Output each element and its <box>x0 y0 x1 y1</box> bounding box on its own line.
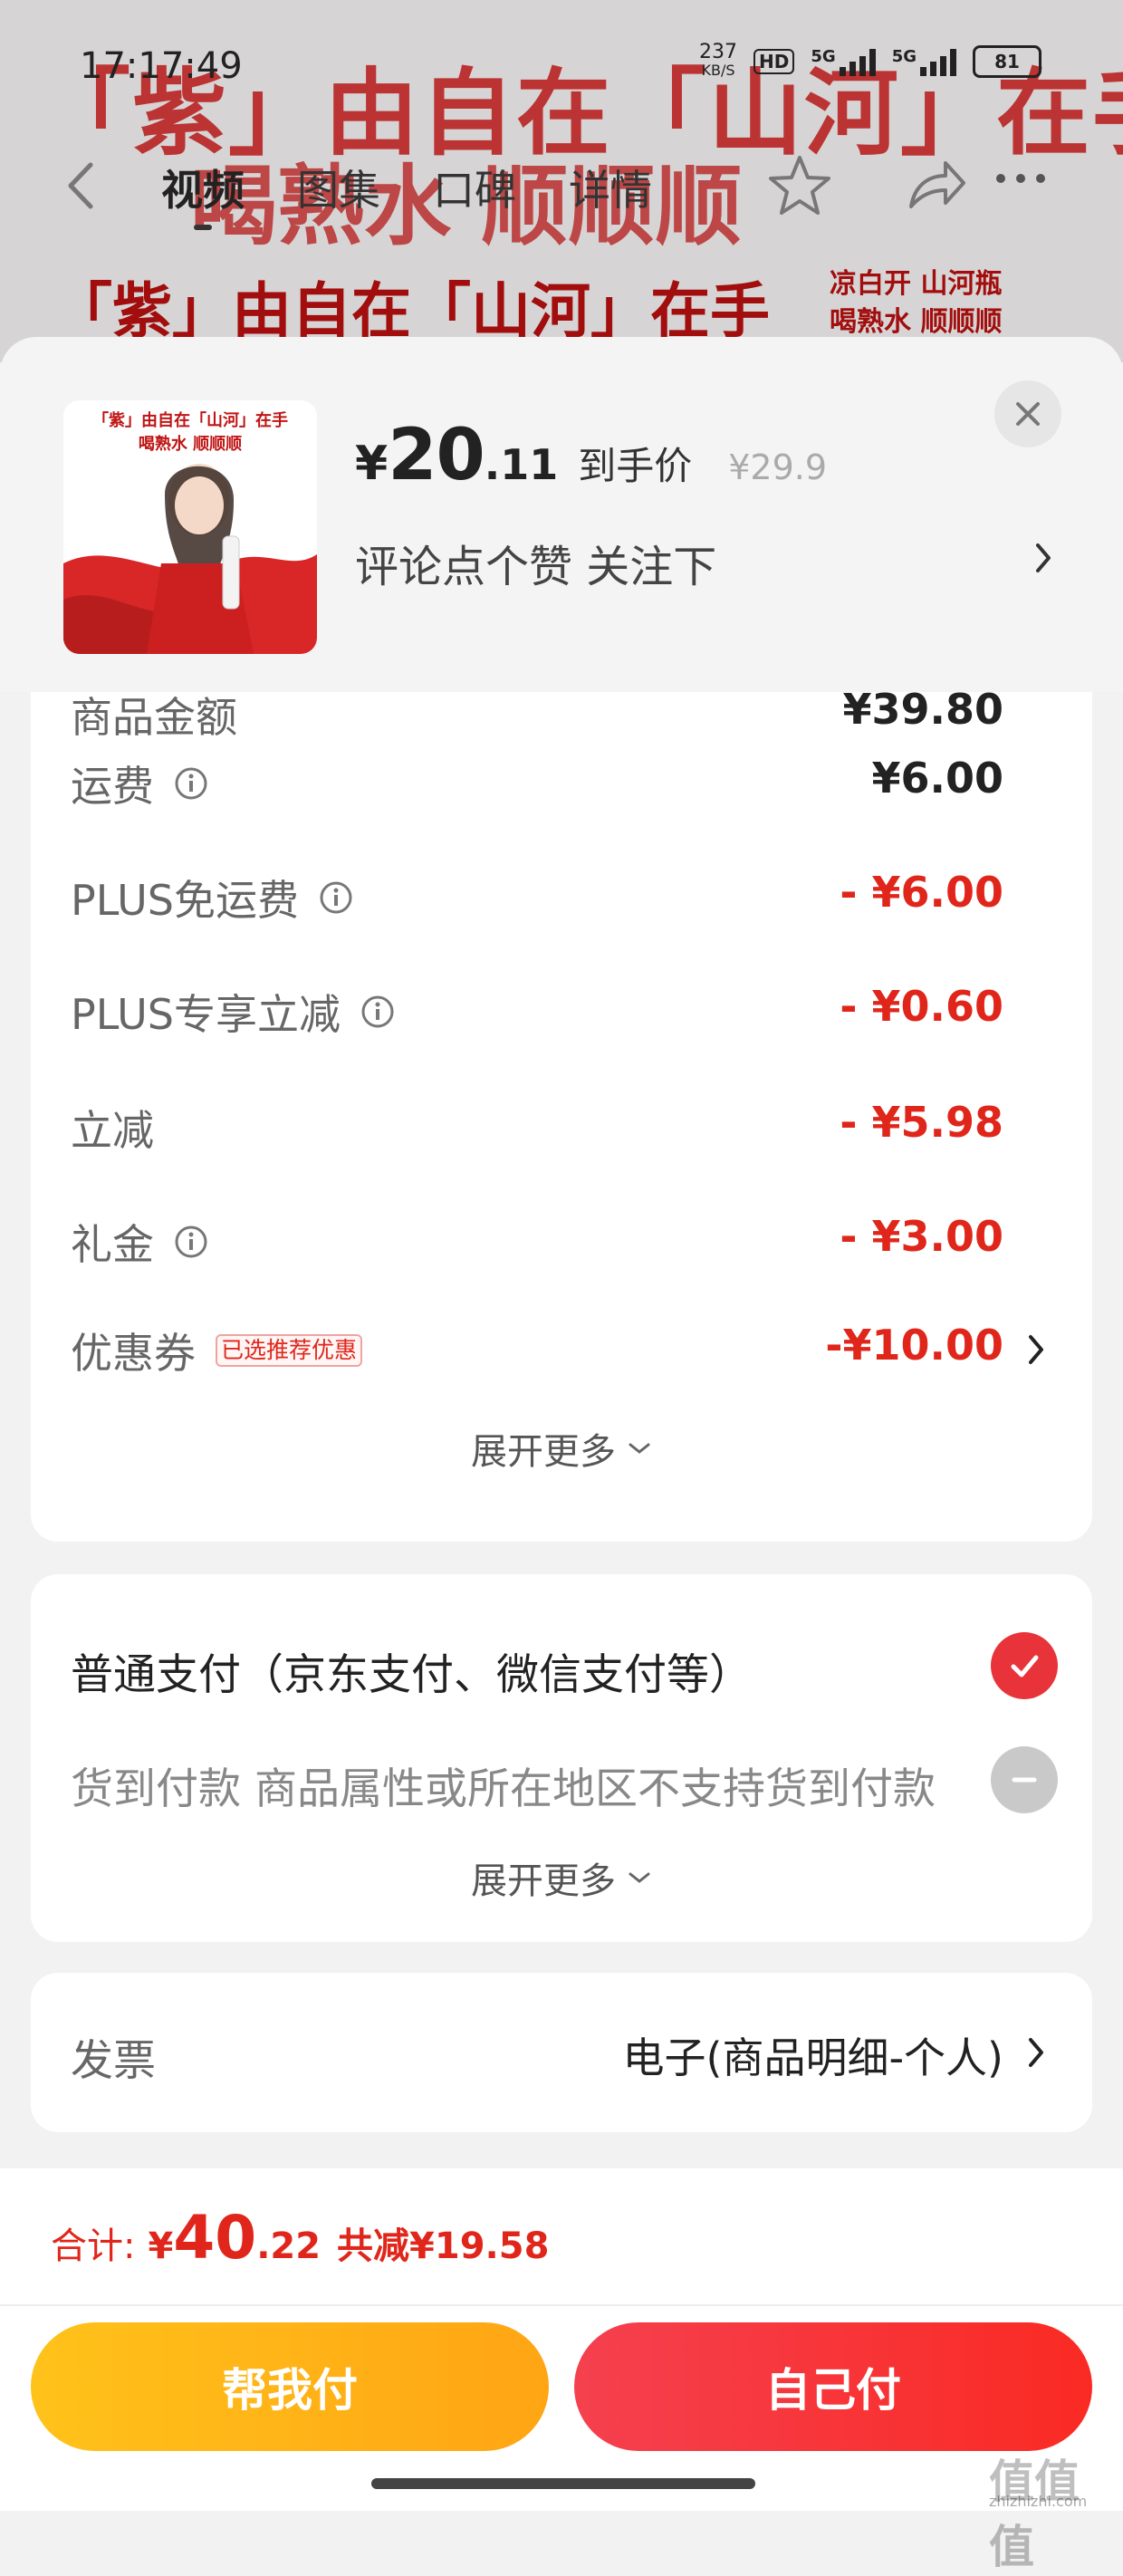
total-integer: 40 <box>173 2203 257 2273</box>
chevron-down-icon <box>629 1872 650 1883</box>
payment-expand-label: 展开更多 <box>471 1860 616 1902</box>
fee-row-plus-discount: PLUS专享立减 - ¥0.60 <box>31 969 1092 1051</box>
tab-details[interactable]: 详情 <box>569 158 652 217</box>
payment-method-card: 普通支付（京东支付、微信支付等） 货到付款 商品属性或所在地区不支持货到付款 展… <box>31 1574 1092 1942</box>
product-tagline[interactable]: 评论点个赞 关注下 <box>355 531 716 594</box>
invoice-value: 电子(商品明细-个人) <box>622 2033 1004 2082</box>
fee-value-plus-free-shipping: - ¥6.00 <box>840 868 1003 917</box>
invoice-row[interactable]: 发票 电子(商品明细-个人) <box>31 1973 1092 2132</box>
hd-icon: HD <box>753 49 795 74</box>
info-icon[interactable] <box>174 1225 208 1259</box>
payment-cod-label: 货到付款 商品属性或所在地区不支持货到付款 <box>71 1764 936 1814</box>
status-time: 17:17:49 <box>80 45 243 87</box>
total-label: 合计: <box>51 2225 136 2267</box>
fee-label-instant-discount: 立减 <box>71 1106 154 1155</box>
payment-expand-more-button[interactable]: 展开更多 <box>31 1851 1092 1904</box>
battery-icon: 81 <box>973 45 1041 78</box>
thumbnail-caption-1: 「紫」由自在「山河」在手 <box>92 411 288 430</box>
fee-value-plus-discount: - ¥0.60 <box>840 982 1003 1031</box>
coupon-value: -¥10.00 <box>825 1321 1003 1370</box>
info-icon[interactable] <box>360 995 395 1029</box>
signal-icon-2: 5G <box>892 47 956 76</box>
chevron-down-icon <box>629 1443 650 1454</box>
info-icon[interactable] <box>174 766 208 801</box>
coupon-label: 优惠券 <box>71 1329 196 1378</box>
self-pay-button[interactable]: 自己付 <box>574 2322 1092 2451</box>
total-decimal: .22 <box>256 2225 322 2267</box>
network-speed-unit: KB/S <box>701 62 735 79</box>
order-total: 合计: ¥ 40 .22 共减¥19.58 <box>51 2203 549 2273</box>
price-tag-label: 到手价 <box>578 444 693 488</box>
fee-row-plus-free-shipping: PLUS免运费 - ¥6.00 <box>31 855 1092 937</box>
help-pay-button[interactable]: 帮我付 <box>31 2322 549 2451</box>
network-speed-value: 237 <box>699 41 738 63</box>
share-icon[interactable] <box>902 152 969 223</box>
chevron-right-icon[interactable] <box>1031 538 1056 582</box>
price-integer: 20 <box>388 415 485 496</box>
fee-row-instant-discount: 立减 - ¥5.98 <box>31 1085 1092 1167</box>
price-currency: ¥ <box>355 437 389 491</box>
divider <box>0 2304 1123 2306</box>
checkout-bottom-bar: 合计: ¥ 40 .22 共减¥19.58 帮我付 自己付 值值值 zhizhi… <box>0 2168 1123 2573</box>
price-decimal: .11 <box>484 440 559 489</box>
chevron-right-icon[interactable] <box>1025 2034 1047 2074</box>
payment-normal-label: 普通支付（京东支付、微信支付等） <box>71 1650 752 1700</box>
price-line: ¥ 20 .11 到手价 ¥29.9 <box>355 415 827 496</box>
tab-video[interactable]: 视频 <box>161 158 245 230</box>
payment-option-normal[interactable]: 普通支付（京东支付、微信支付等） <box>71 1625 1058 1706</box>
tab-reviews[interactable]: 口碑 <box>433 158 516 217</box>
total-saved: 共减¥19.58 <box>337 2225 550 2267</box>
watermark-logo: 值值值 <box>989 2456 1080 2573</box>
signal-2-label: 5G <box>891 47 917 66</box>
check-icon[interactable] <box>991 1632 1058 1699</box>
top-nav: 视频 图集 口碑 详情 <box>0 145 1123 230</box>
status-icons: 237 KB/S HD 5G 5G 81 <box>699 43 1041 80</box>
signal-1-label: 5G <box>811 47 836 66</box>
fee-breakdown-card: 商品金额 ¥39.80 运费 ¥6.00 PLUS免运费 - ¥6.00 PLU… <box>31 645 1092 1542</box>
network-speed: 237 KB/S <box>699 43 737 80</box>
back-icon[interactable] <box>60 154 105 217</box>
nav-tabs: 视频 图集 口碑 详情 <box>161 158 652 230</box>
fee-row-gift-money: 礼金 - ¥3.00 <box>31 1199 1092 1281</box>
more-icon[interactable] <box>996 174 1045 183</box>
fee-value-instant-discount: - ¥5.98 <box>840 1098 1003 1147</box>
disabled-icon <box>991 1746 1058 1813</box>
invoice-label: 发票 <box>71 2036 156 2086</box>
payment-option-cod: 货到付款 商品属性或所在地区不支持货到付款 <box>71 1739 1058 1821</box>
home-indicator[interactable] <box>371 2478 755 2489</box>
fee-row-shipping: 运费 ¥6.00 <box>31 741 1092 822</box>
favorite-star-icon[interactable] <box>766 152 833 223</box>
status-bar: 17:17:49 237 KB/S HD 5G 5G 81 <box>0 0 1123 118</box>
watermark-url: zhizhizhi.com <box>989 2493 1088 2510</box>
fees-expand-more-button[interactable]: 展开更多 <box>31 1422 1092 1475</box>
coupon-badge: 已选推荐优惠 <box>216 1334 363 1367</box>
close-button[interactable] <box>994 380 1061 447</box>
fee-value-shipping: ¥6.00 <box>871 754 1003 803</box>
chevron-right-icon[interactable] <box>1025 1331 1047 1371</box>
fee-label-plus-free-shipping: PLUS免运费 <box>71 876 299 925</box>
coupon-row[interactable]: 优惠券 已选推荐优惠 -¥10.00 <box>31 1308 1092 1389</box>
info-icon[interactable] <box>319 880 353 915</box>
original-price: ¥29.9 <box>728 447 828 487</box>
signal-icon: 5G <box>811 47 876 76</box>
product-thumbnail: 「紫」由自在「山河」在手 喝熟水 顺顺顺 <box>63 400 317 654</box>
tab-gallery[interactable]: 图集 <box>297 158 380 217</box>
fee-label-partial: 商品金额 <box>71 693 237 742</box>
fee-value-partial: ¥39.80 <box>842 685 1003 734</box>
total-currency: ¥ <box>148 2225 174 2267</box>
close-icon <box>1016 402 1040 426</box>
fees-expand-label: 展开更多 <box>471 1431 616 1473</box>
fee-label-shipping: 运费 <box>71 762 154 811</box>
fee-value-gift-money: - ¥3.00 <box>840 1212 1003 1261</box>
fee-label-gift-money: 礼金 <box>71 1220 154 1269</box>
thumbnail-caption-2: 喝熟水 顺顺顺 <box>138 435 243 454</box>
sheet-header: 「紫」由自在「山河」在手 喝熟水 顺顺顺 ¥ 20 .11 到手价 ¥29.9 … <box>0 337 1123 692</box>
fee-label-plus-discount: PLUS专享立减 <box>71 990 341 1039</box>
